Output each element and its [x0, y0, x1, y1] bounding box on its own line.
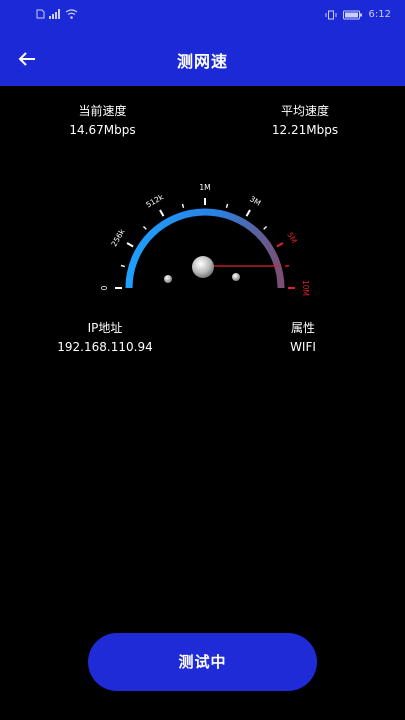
sim-icon — [36, 9, 45, 19]
ip-value: 192.168.110.94 — [57, 340, 153, 354]
gauge-tick-label: 5M — [285, 231, 298, 245]
gauge-tick — [120, 264, 126, 268]
testing-button[interactable]: 测试中 — [88, 633, 317, 691]
gauge-tick — [181, 203, 185, 209]
gauge-tick — [225, 203, 229, 209]
network-attribute: 属性 WIFI — [268, 319, 338, 357]
average-speed: 平均速度 12.21Mbps — [255, 102, 355, 140]
current-speed-label: 当前速度 — [78, 104, 127, 118]
gauge-tick — [245, 209, 251, 217]
vibrate-icon — [325, 10, 337, 19]
speed-gauge: 0 256k 512k 1M 3M 5M 10M — [100, 183, 310, 296]
wifi-icon — [65, 9, 78, 19]
gauge-tick-label: 512k — [144, 192, 165, 209]
signal-icon — [49, 9, 60, 19]
ip-address: IP地址 192.168.110.94 — [45, 319, 165, 357]
gauge-tick — [276, 242, 284, 248]
gauge-tick — [142, 225, 147, 230]
page-title: 测网速 — [176, 52, 228, 71]
current-speed: 当前速度 14.67Mbps — [55, 102, 150, 140]
gauge-tick-label: 1M — [199, 183, 210, 192]
status-right: 6:12 — [325, 9, 391, 20]
gauge-right-bolt — [232, 273, 240, 281]
status-time: 6:12 — [368, 9, 391, 20]
battery-icon — [342, 10, 362, 19]
gauge-tick-label: 3M — [248, 194, 262, 207]
gauge-tick — [263, 225, 268, 230]
gauge-tick-label: 256k — [109, 227, 126, 248]
gauge-left-bolt — [164, 275, 172, 283]
gauge-tick — [126, 242, 134, 248]
attribute-label: 属性 — [290, 321, 315, 335]
gauge-tick-label: 10M — [301, 280, 310, 296]
status-bar: 6:12 — [0, 0, 405, 32]
gauge-center-knob — [192, 256, 214, 278]
average-speed-value: 12.21Mbps — [271, 123, 339, 137]
ip-label: IP地址 — [87, 321, 123, 335]
gauge-tick-label: 0 — [100, 285, 109, 290]
average-speed-label: 平均速度 — [280, 104, 329, 118]
current-speed-value: 14.67Mbps — [69, 123, 136, 137]
app-bar: 测网速 — [0, 32, 405, 86]
gauge-tick — [159, 209, 165, 217]
status-left — [36, 9, 78, 19]
attribute-value: WIFI — [290, 340, 316, 354]
gauge-tick — [284, 264, 290, 268]
